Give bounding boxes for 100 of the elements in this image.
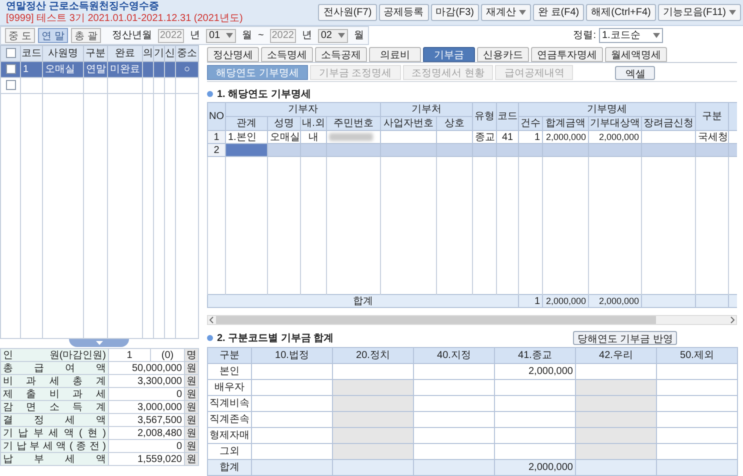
table-row[interactable]: 1 1.본인 오매실 내 종교 41 1 2,000,000 2,000,000 국세청 — [208, 130, 737, 144]
tab[interactable]: 기부금 — [423, 47, 475, 62]
table-cell: 미완료 — [110, 64, 140, 75]
toolbar-button[interactable]: 해제(Ctrl+F4) — [586, 4, 656, 21]
mode-button[interactable]: 연 말 — [38, 28, 68, 43]
unit-label: 원 — [186, 440, 196, 452]
column-header: 장려금신청 — [644, 118, 694, 129]
toolbar-button[interactable]: 전사원(F7) — [318, 4, 377, 21]
toolbar-button[interactable]: 마감(F3) — [430, 4, 479, 21]
table-cell: 1 — [214, 132, 220, 142]
column-header: 기부자 — [288, 104, 318, 115]
table-cell: 오매실 — [45, 64, 75, 75]
unit-label: 월 — [242, 29, 252, 43]
summary-value: (0) — [161, 350, 174, 360]
summary-value: 0 — [176, 388, 182, 400]
column-header: 상호 — [444, 118, 464, 129]
table-cell: ○ — [184, 64, 190, 75]
column-header: 관계 — [236, 118, 256, 129]
summary-value: 1 — [126, 350, 132, 360]
bullet-icon — [207, 335, 213, 342]
row-label: 배우자 — [214, 382, 244, 393]
section-title: 1. 해당연도 기부명세 — [217, 88, 311, 102]
table-cell: 내 — [308, 132, 318, 142]
table-cell: 2,000,000 — [546, 296, 586, 306]
table-cell: 종교 — [475, 132, 495, 142]
table-row[interactable]: 2 — [208, 144, 737, 156]
column-header: 10.법정 — [275, 350, 309, 361]
table-cell: 1 — [23, 64, 29, 75]
mode-button[interactable]: 중 도 — [5, 28, 35, 43]
unit-label: 원 — [186, 414, 196, 426]
unit-label: 원 — [186, 376, 196, 386]
column-header: 내.외 — [302, 118, 325, 129]
column-header: NO — [209, 111, 224, 122]
window-title: 연말정산 근로소득원천징수영수증 — [6, 0, 160, 12]
table-cell: 2 — [214, 144, 220, 156]
summary-label: 납 부 세 액 — [3, 454, 106, 464]
summary-label: 기 납 부 세 액 ( 종 전 ) — [3, 440, 106, 452]
table-cell: 41 — [502, 132, 514, 142]
table-cell: 1 — [534, 132, 540, 142]
toolbar-button[interactable]: 재계산 — [481, 4, 531, 21]
tab[interactable]: 정산명세 — [207, 47, 259, 62]
toolbar-button[interactable]: 완 료(F4) — [533, 4, 584, 21]
mode-button[interactable]: 총 괄 — [71, 28, 101, 43]
tab[interactable]: 월세액명세 — [605, 47, 667, 62]
select-all-checkbox[interactable] — [6, 48, 16, 58]
period-label: 정산년월 — [112, 29, 152, 43]
tab[interactable]: 소득공제 — [315, 47, 367, 62]
sort-label: 정렬: — [573, 29, 596, 43]
summary-label: 비 과 세 총 계 — [3, 376, 106, 386]
table-cell: 국세청 — [698, 132, 728, 142]
caret-icon — [653, 33, 660, 38]
table-cell: 2,000,000 — [494, 460, 576, 476]
column-header: 합계금액 — [546, 118, 586, 129]
column-header: 사업자번호 — [384, 118, 434, 129]
month-select[interactable]: 01 — [206, 28, 236, 42]
tab[interactable]: 소득명세 — [261, 47, 313, 62]
row-label: 본인 — [220, 366, 240, 377]
collapse-handle[interactable] — [69, 339, 129, 347]
tab[interactable]: 신용카드 — [477, 47, 529, 62]
column-header: 구분 — [702, 111, 722, 122]
checkbox[interactable] — [6, 64, 16, 74]
bullet-icon — [207, 91, 213, 97]
summary-value: 1,559,020 — [138, 454, 182, 464]
table-cell: 2,000,000 — [598, 132, 639, 142]
apply-button[interactable]: 당해연도 기부금 반영 — [573, 331, 677, 346]
checkbox[interactable] — [6, 80, 16, 90]
toolbar-button[interactable]: 기능모음(F11) — [658, 4, 741, 21]
range-separator: ~ — [258, 29, 264, 43]
summary-value: 50,000,000 — [132, 362, 182, 374]
tab[interactable]: 연금투자명세 — [531, 47, 603, 62]
table-cell: 2,000,000 — [598, 296, 639, 306]
summary-value: 0 — [176, 440, 182, 452]
tab[interactable]: 의료비 — [369, 47, 421, 62]
horizontal-scrollbar[interactable] — [207, 314, 737, 325]
unit-label: 원 — [186, 402, 196, 412]
toolbar-button[interactable]: 공제등록 — [378, 4, 429, 21]
sort-select[interactable]: 1.코드순 — [599, 28, 663, 43]
column-header: 성명 — [274, 118, 294, 129]
month-select[interactable]: 02 — [318, 28, 348, 42]
unit-label: 원 — [186, 362, 196, 374]
row-label: 직계비속 — [210, 398, 250, 409]
employee-row[interactable]: 1 오매실 연말 미완료 ○ — [0, 62, 198, 78]
unit-label: 원 — [186, 454, 196, 464]
table-cell: 연말 — [86, 64, 106, 75]
company-period: [9999] 테스트 3기 2021.01.01-2021.12.31 (2021년도) — [6, 12, 243, 24]
unit-label: 원 — [186, 428, 196, 438]
caret-icon — [226, 33, 233, 38]
summary-value: 3,300,000 — [138, 376, 182, 386]
table-cell: 1 — [534, 296, 540, 306]
table-cell: 오매실 — [270, 132, 300, 142]
summary-label: 결 정 세 액 — [3, 414, 106, 426]
column-header: 41.종교 — [518, 350, 552, 361]
column-header: 기부대상액 — [590, 118, 640, 129]
column-header: 건수 — [520, 118, 540, 129]
row-label: 합계 — [220, 462, 240, 473]
unit-label: 년 — [190, 29, 200, 43]
excel-button[interactable]: 엑셀 — [615, 66, 656, 80]
table-cell: 2,000,000 — [494, 364, 576, 380]
summary-label: 기 납 부 세 액 ( 현 ) — [3, 428, 106, 438]
summary-label: 인 원(마감인원) — [3, 350, 106, 360]
